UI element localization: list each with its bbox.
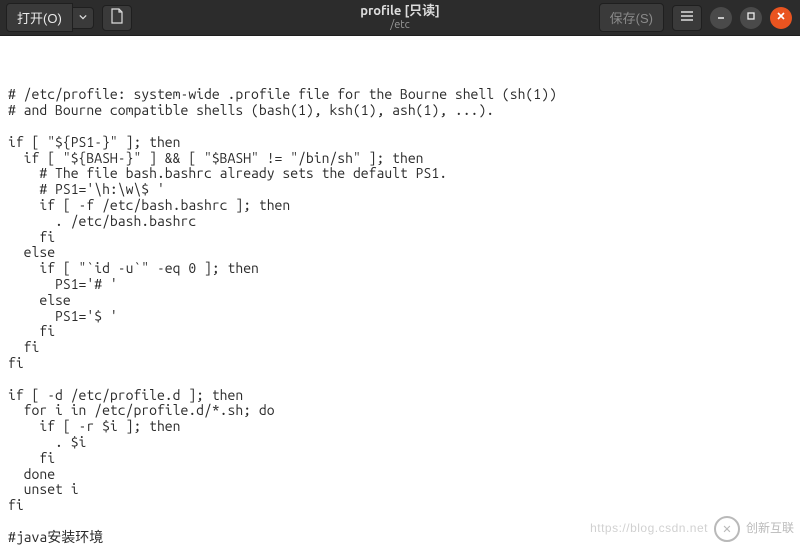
window-minimize-button[interactable] (710, 7, 732, 29)
code-line: PS1='$ ' (8, 309, 800, 325)
watermark-brand: 创新互联 (746, 521, 794, 537)
code-line: PS1='# ' (8, 277, 800, 293)
code-line: if [ -r $i ]; then (8, 419, 800, 435)
window-close-button[interactable] (770, 7, 792, 29)
code-line: for i in /etc/profile.d/*.sh; do (8, 403, 800, 419)
code-line: fi (8, 498, 800, 514)
code-line: else (8, 245, 800, 261)
watermark-logo-icon: ✕ (714, 516, 740, 542)
code-line: if [ "`id -u`" -eq 0 ]; then (8, 261, 800, 277)
code-line: else (8, 293, 800, 309)
watermark: https://blog.csdn.net ✕ 创新互联 (590, 516, 794, 542)
code-line: if [ -f /etc/bash.bashrc ]; then (8, 198, 800, 214)
code-line: # and Bourne compatible shells (bash(1),… (8, 103, 800, 119)
code-line: fi (8, 451, 800, 467)
titlebar-left-group: 打开(O) (0, 3, 132, 32)
save-button-label: 保存(S) (610, 11, 653, 26)
code-line (8, 372, 800, 388)
open-button-label: 打开(O) (17, 11, 62, 26)
minimize-icon (716, 11, 726, 24)
code-line (8, 119, 800, 135)
window-titlebar: 打开(O) profile [只读] /etc 保存(S) (0, 0, 800, 36)
maximize-icon (746, 11, 756, 24)
watermark-url: https://blog.csdn.net (590, 521, 708, 537)
save-button[interactable]: 保存(S) (599, 3, 664, 32)
code-line: # /etc/profile: system-wide .profile fil… (8, 87, 800, 103)
code-line: # PS1='\h:\w\$ ' (8, 182, 800, 198)
text-editor-area[interactable]: # /etc/profile: system-wide .profile fil… (0, 36, 800, 546)
code-line: fi (8, 230, 800, 246)
code-line: . $i (8, 435, 800, 451)
new-document-icon (110, 8, 124, 27)
titlebar-right-group: 保存(S) (599, 3, 800, 32)
window-maximize-button[interactable] (740, 7, 762, 29)
code-line: unset i (8, 482, 800, 498)
code-line: fi (8, 356, 800, 372)
code-line: done (8, 467, 800, 483)
open-button[interactable]: 打开(O) (6, 3, 73, 32)
code-line: if [ "${BASH-}" ] && [ "$BASH" != "/bin/… (8, 151, 800, 167)
hamburger-icon (680, 10, 694, 25)
code-line: # The file bash.bashrc already sets the … (8, 166, 800, 182)
code-line: if [ "${PS1-}" ]; then (8, 135, 800, 151)
hamburger-menu-button[interactable] (672, 5, 702, 31)
open-dropdown-button[interactable] (73, 7, 94, 29)
window-title: profile [只读] (360, 4, 440, 18)
new-document-button[interactable] (102, 5, 132, 31)
code-line: . /etc/bash.bashrc (8, 214, 800, 230)
close-icon (776, 11, 786, 24)
code-line: if [ -d /etc/profile.d ]; then (8, 388, 800, 404)
window-subtitle: /etc (360, 19, 440, 31)
titlebar-center: profile [只读] /etc (360, 4, 440, 30)
code-line: fi (8, 324, 800, 340)
code-line: fi (8, 340, 800, 356)
chevron-down-icon (79, 12, 87, 24)
